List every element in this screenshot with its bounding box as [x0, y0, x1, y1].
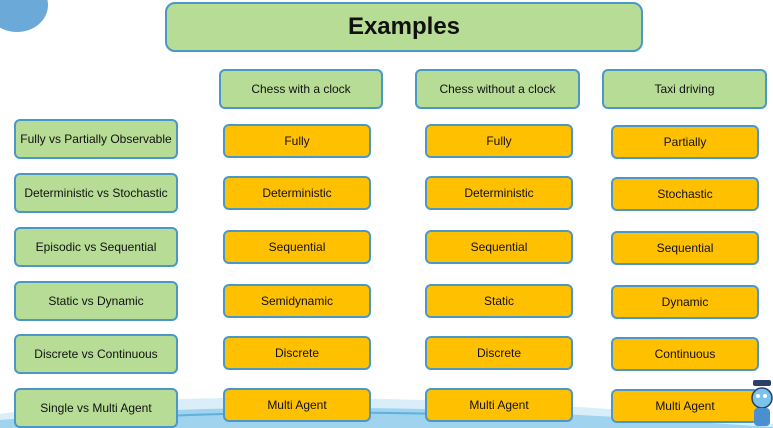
cell-chess-no-clock-determinism: Deterministic — [425, 176, 573, 210]
cell-chess-clock-discrete: Discrete — [223, 336, 371, 370]
cell-chess-no-clock-observability: Fully — [425, 124, 573, 158]
cell-chess-no-clock-episodic: Sequential — [425, 230, 573, 264]
cell-taxi-discrete: Continuous — [611, 337, 759, 371]
row-label-episodic: Episodic vs Sequential — [14, 227, 178, 267]
row-label-determinism: Deterministic vs Stochastic — [14, 173, 178, 213]
cell-taxi-determinism: Stochastic — [611, 177, 759, 211]
cell-taxi-static: Dynamic — [611, 285, 759, 319]
cell-taxi-agents: Multi Agent — [611, 389, 759, 423]
cell-chess-clock-static: Semidynamic — [223, 284, 371, 318]
cell-chess-clock-episodic: Sequential — [223, 230, 371, 264]
row-label-agents: Single vs Multi Agent — [14, 388, 178, 428]
cell-chess-clock-determinism: Deterministic — [223, 176, 371, 210]
mascot-icon — [751, 380, 773, 426]
page-number-badge: 03 — [0, 0, 48, 32]
column-header-taxi-driving: Taxi driving — [602, 69, 767, 109]
cell-chess-no-clock-discrete: Discrete — [425, 336, 573, 370]
cell-chess-no-clock-agents: Multi Agent — [425, 388, 573, 422]
cell-taxi-observability: Partially — [611, 125, 759, 159]
cell-chess-no-clock-static: Static — [425, 284, 573, 318]
row-label-static: Static vs Dynamic — [14, 281, 178, 321]
page-title: Examples — [165, 2, 643, 52]
row-label-discrete: Discrete vs Continuous — [14, 334, 178, 374]
row-label-observability: Fully vs Partially Observable — [14, 119, 178, 159]
cell-taxi-episodic: Sequential — [611, 231, 759, 265]
cell-chess-clock-observability: Fully — [223, 124, 371, 158]
column-header-chess-without-clock: Chess without a clock — [415, 69, 580, 109]
column-header-chess-with-clock: Chess with a clock — [219, 69, 383, 109]
cell-chess-clock-agents: Multi Agent — [223, 388, 371, 422]
